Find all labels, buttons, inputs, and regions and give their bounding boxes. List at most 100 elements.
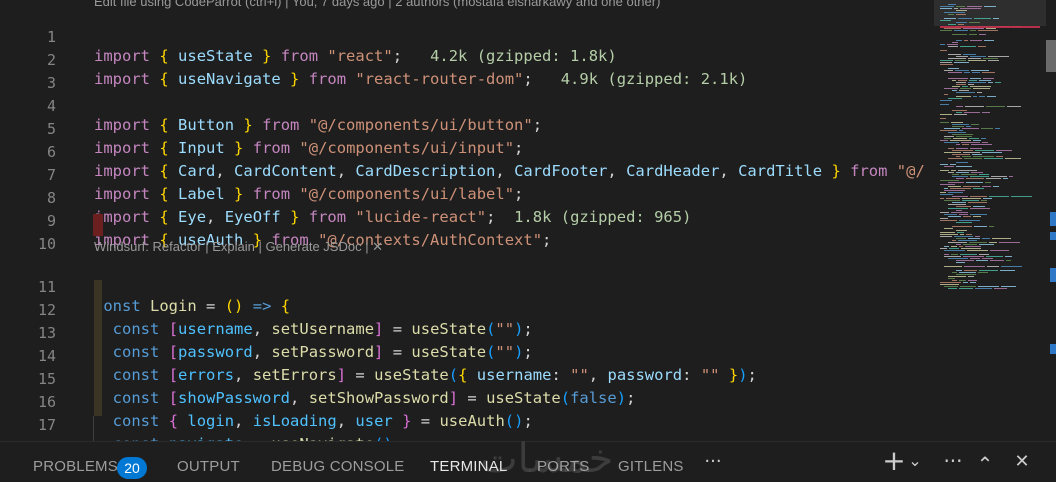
minimap-line bbox=[970, 78, 981, 79]
minimap-line bbox=[948, 216, 961, 217]
minimap[interactable] bbox=[934, 0, 1046, 441]
minimap-line bbox=[956, 166, 972, 167]
vertical-scrollbar[interactable] bbox=[1046, 0, 1056, 441]
minimap-line bbox=[944, 256, 961, 257]
minimap-line bbox=[970, 282, 976, 283]
minimap-line bbox=[983, 58, 998, 59]
more-actions-icon[interactable]: ··· bbox=[940, 450, 966, 472]
minimap-line bbox=[975, 150, 994, 151]
scrollbar-change-marker bbox=[1050, 232, 1056, 240]
code-line-3: 3 bbox=[0, 53, 934, 92]
scrollbar-thumb[interactable] bbox=[1046, 40, 1056, 72]
minimap-line bbox=[948, 132, 966, 133]
minimap-line bbox=[983, 198, 992, 199]
tab-terminal[interactable]: TERMINAL bbox=[430, 442, 507, 482]
minimap-line bbox=[944, 94, 948, 95]
minimap-line bbox=[952, 126, 964, 127]
minimap-line bbox=[989, 242, 997, 243]
more-tabs-icon[interactable]: ··· bbox=[700, 450, 726, 474]
minimap-line bbox=[948, 46, 958, 47]
minimap-line bbox=[964, 158, 982, 159]
minimap-line bbox=[944, 228, 953, 229]
tab-debug-console[interactable]: DEBUG CONSOLE bbox=[271, 442, 404, 482]
minimap-line bbox=[951, 170, 956, 171]
minimap-line bbox=[992, 238, 1011, 239]
minimap-line bbox=[977, 92, 982, 93]
minimap-line bbox=[952, 110, 967, 111]
new-terminal-icon[interactable]: + bbox=[882, 446, 906, 476]
code-editor[interactable]: Edit file using CodeParrot (ctrl+l) | Yo… bbox=[0, 0, 934, 441]
minimap-line bbox=[970, 56, 986, 57]
minimap-line bbox=[944, 152, 961, 153]
minimap-line bbox=[952, 280, 957, 281]
tab-output[interactable]: OUTPUT bbox=[177, 442, 240, 482]
chevron-down-icon[interactable]: ⌄ bbox=[906, 450, 924, 472]
minimap-line bbox=[958, 24, 964, 25]
minimap-line bbox=[962, 198, 981, 199]
minimap-line bbox=[947, 44, 958, 45]
code-line-4: 4 import { Button } from "@/components/u… bbox=[0, 76, 934, 134]
minimap-line bbox=[981, 138, 986, 139]
minimap-line bbox=[979, 174, 989, 175]
minimap-line bbox=[987, 96, 996, 97]
minimap-line bbox=[995, 128, 1000, 129]
minimap-line bbox=[940, 64, 953, 65]
minimap-line bbox=[956, 230, 967, 231]
minimap-line bbox=[952, 174, 959, 175]
minimap-line bbox=[959, 280, 966, 281]
codelens-actions[interactable]: Windsurf: Refactor | Explain | Generate … bbox=[94, 238, 383, 256]
tab-ports[interactable]: PORTS bbox=[537, 442, 589, 482]
minimap-line bbox=[961, 248, 981, 249]
tab-problems[interactable]: PROBLEMS bbox=[33, 442, 118, 482]
minimap-line bbox=[959, 288, 973, 289]
minimap-line bbox=[944, 138, 951, 139]
maximize-panel-icon[interactable]: ⌃ bbox=[972, 452, 998, 476]
minimap-line bbox=[956, 270, 962, 271]
minimap-line bbox=[965, 106, 984, 107]
minimap-line bbox=[971, 172, 983, 173]
minimap-line bbox=[956, 206, 971, 207]
minimap-line bbox=[956, 14, 966, 15]
minimap-line bbox=[968, 238, 980, 239]
code-line-7: 7 import { Label } from "@/components/ui… bbox=[0, 145, 934, 203]
minimap-line bbox=[940, 130, 957, 131]
minimap-line bbox=[956, 148, 968, 149]
minimap-line bbox=[982, 72, 995, 73]
close-panel-icon[interactable]: ✕ bbox=[1010, 450, 1034, 474]
code-line-14: 14 const [errors, setErrors] = useState(… bbox=[0, 326, 934, 384]
scrollbar-change-marker bbox=[1050, 344, 1056, 354]
minimap-line bbox=[956, 10, 967, 11]
minimap-line bbox=[948, 72, 962, 73]
minimap-line bbox=[963, 186, 980, 187]
tab-gitlens[interactable]: GITLENS bbox=[618, 442, 684, 482]
code-line-6: 6 import { Card, CardContent, CardDescri… bbox=[0, 122, 934, 180]
minimap-cursor-line bbox=[940, 26, 1040, 28]
minimap-line bbox=[944, 128, 960, 129]
minimap-line bbox=[958, 18, 972, 19]
minimap-line bbox=[940, 218, 948, 219]
minimap-line bbox=[988, 60, 999, 61]
minimap-line bbox=[948, 288, 957, 289]
minimap-line bbox=[963, 54, 976, 55]
minimap-line bbox=[950, 188, 971, 189]
minimap-line bbox=[995, 82, 1001, 83]
minimap-line bbox=[956, 106, 963, 107]
minimap-line bbox=[964, 266, 985, 267]
minimap-line bbox=[959, 246, 963, 247]
minimap-line bbox=[975, 288, 992, 289]
minimap-line bbox=[967, 6, 982, 7]
minimap-line bbox=[962, 86, 968, 87]
minimap-line bbox=[970, 30, 976, 31]
scrollbar-change-marker bbox=[1050, 268, 1056, 282]
minimap-line bbox=[944, 88, 958, 89]
minimap-line bbox=[948, 192, 963, 193]
minimap-line bbox=[978, 272, 988, 273]
minimap-line bbox=[951, 254, 958, 255]
minimap-line bbox=[944, 246, 949, 247]
minimap-line bbox=[954, 30, 968, 31]
minimap-line bbox=[960, 8, 981, 9]
minimap-line bbox=[948, 148, 954, 149]
minimap-line bbox=[946, 198, 960, 199]
minimap-line bbox=[973, 140, 981, 141]
minimap-line bbox=[986, 256, 1003, 257]
